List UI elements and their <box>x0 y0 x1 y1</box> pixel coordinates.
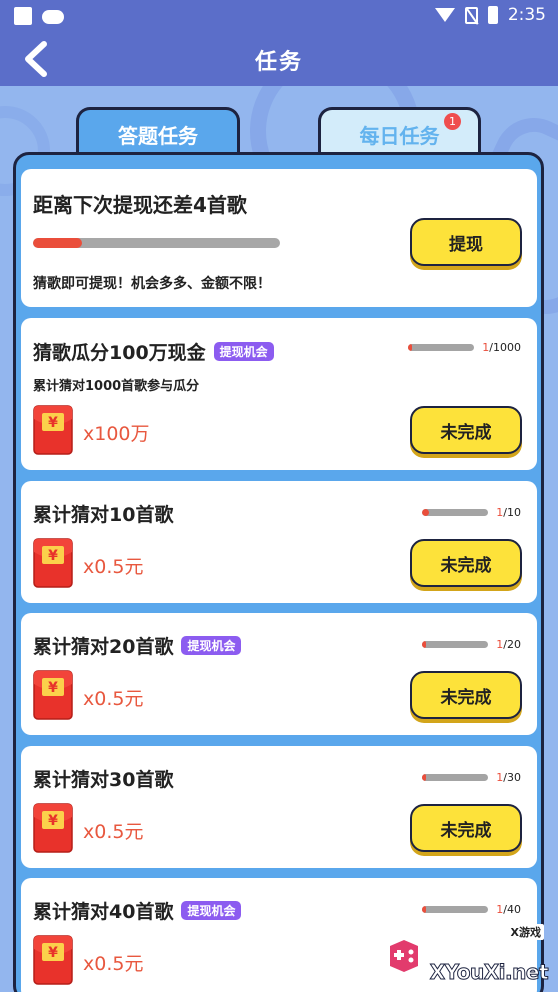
task-progress-fill <box>408 344 413 351</box>
withdraw-hint: 猜歌即可提现！机会多多、金额不限！ <box>33 276 271 292</box>
svg-text:¥: ¥ <box>48 548 58 564</box>
task-progress: 1/1000 <box>408 341 521 354</box>
watermark-text: XYouXi.net <box>429 960 549 985</box>
withdraw-card: 距离下次提现还差4首歌 猜歌即可提现！机会多多、金额不限！ 提现 <box>21 169 537 307</box>
tab-label: 每日任务 <box>359 124 440 148</box>
task-subtitle: 累计猜对1000首歌参与瓜分 <box>33 379 200 394</box>
task-progress-bar <box>422 906 489 913</box>
task-title-text: 累计猜对40首歌 <box>33 901 174 923</box>
task-status-button[interactable]: 未完成 <box>410 804 522 852</box>
task-title-text: 累计猜对20首歌 <box>33 636 174 658</box>
task-progress-fill <box>422 641 427 648</box>
task-progress-text: 1/20 <box>496 638 521 651</box>
page-title: 任务 <box>254 50 303 75</box>
button-label: 未完成 <box>440 555 492 576</box>
withdraw-chance-badge: 提现机会 <box>181 636 242 655</box>
task-title: 累计猜对30首歌 <box>33 765 173 792</box>
task-reward: x100万 <box>83 423 150 445</box>
red-envelope-icon: ¥ <box>33 538 73 588</box>
task-title-text: 累计猜对30首歌 <box>33 769 174 791</box>
task-title-text: 累计猜对10首歌 <box>33 504 174 526</box>
withdraw-progress-fill <box>33 238 83 248</box>
gamepad-logo-icon <box>390 940 418 972</box>
task-card: 累计猜对20首歌 提现机会 1/20 ¥ x0.5元 未完成 <box>21 613 537 735</box>
red-envelope-icon: ¥ <box>33 935 73 985</box>
task-progress-fill <box>422 509 429 516</box>
task-progress-fill <box>422 906 427 913</box>
task-progress: 1/40 <box>422 903 521 916</box>
task-progress-text: 1/10 <box>496 506 521 519</box>
task-title: 猜歌瓜分100万现金 提现机会 <box>33 338 274 365</box>
tab-label: 答题任务 <box>118 124 198 148</box>
button-label: 未完成 <box>440 687 492 708</box>
app-header: 任务 <box>0 32 558 86</box>
no-sim-icon <box>464 6 478 24</box>
status-time: 2:35 <box>507 5 546 25</box>
notification-square-icon <box>14 7 32 25</box>
withdraw-chance-badge: 提现机会 <box>181 901 242 920</box>
notification-badge: 1 <box>444 113 461 130</box>
task-progress: 1/20 <box>422 638 521 651</box>
task-reward: x0.5元 <box>83 556 144 578</box>
task-reward: x0.5元 <box>83 688 144 710</box>
task-reward: x0.5元 <box>83 821 144 843</box>
button-label: 未完成 <box>440 422 492 443</box>
task-title-text: 猜歌瓜分100万现金 <box>33 342 206 364</box>
task-status-button[interactable]: 未完成 <box>410 671 522 719</box>
task-title: 累计猜对20首歌 提现机会 <box>33 632 242 659</box>
task-progress-bar <box>422 509 489 516</box>
task-progress-text: 1/1000 <box>482 341 521 354</box>
task-card: 累计猜对30首歌 1/30 ¥ x0.5元 未完成 <box>21 746 537 868</box>
task-progress: 1/30 <box>422 771 521 784</box>
red-envelope-icon: ¥ <box>33 405 73 455</box>
button-label: 提现 <box>449 234 483 255</box>
withdraw-title: 距离下次提现还差4首歌 <box>33 193 247 217</box>
cloud-icon <box>42 10 64 24</box>
battery-icon <box>487 6 498 24</box>
task-status-button[interactable]: 未完成 <box>410 539 522 587</box>
status-bar: 2:35 <box>0 0 558 32</box>
task-title: 累计猜对40首歌 提现机会 <box>33 897 242 924</box>
wifi-icon <box>434 8 455 22</box>
task-progress: 1/10 <box>422 506 521 519</box>
task-progress-bar <box>422 641 489 648</box>
task-card: 累计猜对10首歌 1/10 ¥ x0.5元 未完成 <box>21 481 537 603</box>
watermark-top-text: X游戏 <box>507 924 544 940</box>
task-progress-bar <box>422 774 489 781</box>
task-status-button[interactable]: 未完成 <box>410 406 522 454</box>
task-progress-bar <box>408 344 475 351</box>
task-progress-fill <box>422 774 427 781</box>
task-progress-text: 1/30 <box>496 771 521 784</box>
svg-text:¥: ¥ <box>48 680 58 696</box>
task-reward: x0.5元 <box>83 953 144 975</box>
withdraw-chance-badge: 提现机会 <box>213 342 274 361</box>
red-envelope-icon: ¥ <box>33 803 73 853</box>
task-title: 累计猜对10首歌 <box>33 500 173 527</box>
button-label: 未完成 <box>440 820 492 841</box>
task-card: 猜歌瓜分100万现金 提现机会 1/1000 累计猜对1000首歌参与瓜分 ¥ x… <box>21 318 537 470</box>
red-envelope-icon: ¥ <box>33 670 73 720</box>
task-progress-text: 1/40 <box>496 903 521 916</box>
svg-text:¥: ¥ <box>48 945 58 961</box>
withdraw-button[interactable]: 提现 <box>410 218 522 266</box>
svg-text:¥: ¥ <box>48 415 58 431</box>
site-watermark: X游戏 XYouXi.net <box>376 924 552 985</box>
withdraw-progress-bar <box>33 238 280 248</box>
svg-text:¥: ¥ <box>48 813 58 829</box>
